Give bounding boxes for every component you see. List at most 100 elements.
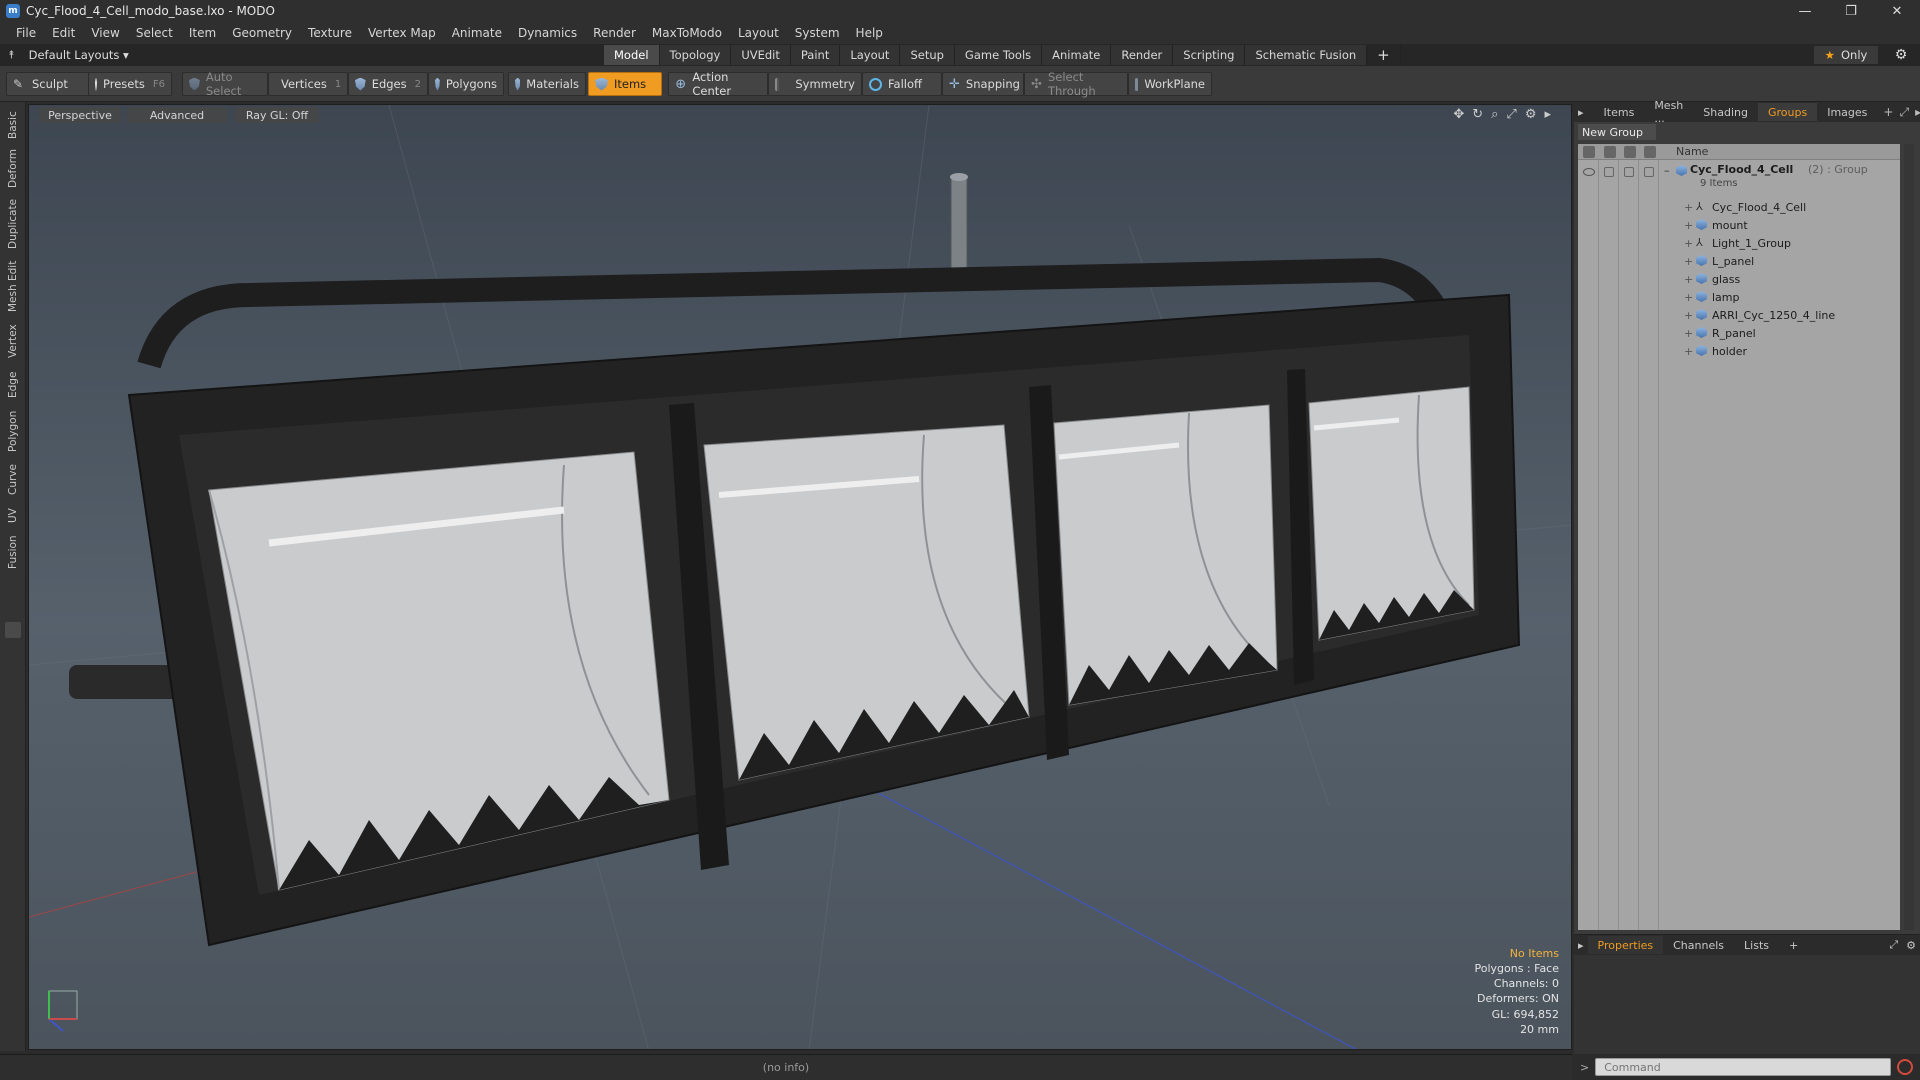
fit-icon[interactable]: ⤢ bbox=[1506, 107, 1516, 122]
new-group-button[interactable]: New Group bbox=[1578, 124, 1656, 140]
select-toggle[interactable] bbox=[1644, 167, 1654, 177]
sculpt-button[interactable]: ✎ Sculpt bbox=[6, 72, 90, 96]
maximize-panel-icon[interactable]: ⤢ bbox=[1899, 105, 1909, 120]
tree-item-light-1-group[interactable]: + ⅄ Light_1_Group bbox=[1578, 234, 1900, 252]
menu-geometry[interactable]: Geometry bbox=[224, 22, 300, 44]
menu-select[interactable]: Select bbox=[128, 22, 181, 44]
close-button[interactable]: ✕ bbox=[1874, 0, 1920, 22]
menu-maxtomodo[interactable]: MaxToModo bbox=[644, 22, 730, 44]
tab-setup[interactable]: Setup bbox=[900, 45, 955, 65]
vtab-mesh-edit[interactable]: Mesh Edit bbox=[4, 258, 22, 314]
collapse-arrow-icon[interactable]: – bbox=[1664, 164, 1670, 177]
tab-uvedit[interactable]: UVEdit bbox=[731, 45, 791, 65]
zoom-icon[interactable]: ⌕ bbox=[1491, 107, 1498, 122]
presets-button[interactable]: Presets F6 bbox=[88, 72, 172, 96]
vtab-edge[interactable]: Edge bbox=[4, 368, 22, 402]
menu-help[interactable]: Help bbox=[848, 22, 891, 44]
group-row[interactable]: – Cyc_Flood_4_Cell (2) : Group 9 Items bbox=[1578, 162, 1900, 194]
vtab-duplicate[interactable]: Duplicate bbox=[4, 196, 22, 252]
menu-vertex-map[interactable]: Vertex Map bbox=[360, 22, 444, 44]
maximize-panel-icon[interactable]: ⤢ bbox=[1885, 936, 1902, 954]
tab-groups[interactable]: Groups bbox=[1757, 103, 1818, 121]
command-record-icon[interactable] bbox=[1897, 1059, 1914, 1075]
vtab-basic[interactable]: Basic bbox=[4, 108, 22, 142]
vtab-fusion[interactable]: Fusion bbox=[4, 532, 22, 572]
panel-arrow-icon[interactable]: ▸ bbox=[1915, 105, 1920, 119]
tree-item-holder[interactable]: + holder bbox=[1578, 342, 1900, 360]
viewport-settings-icon[interactable]: ⚙ bbox=[1525, 107, 1537, 122]
menu-animate[interactable]: Animate bbox=[444, 22, 510, 44]
menu-texture[interactable]: Texture bbox=[300, 22, 360, 44]
vtab-polygon[interactable]: Polygon bbox=[4, 406, 22, 456]
snapping-button[interactable]: ✛ Snapping bbox=[942, 72, 1024, 96]
view-mode-dropdown[interactable]: Perspective bbox=[39, 107, 121, 123]
menu-render[interactable]: Render bbox=[585, 22, 644, 44]
auto-select-button[interactable]: Auto Select bbox=[182, 70, 268, 98]
menu-view[interactable]: View bbox=[83, 22, 127, 44]
tab-model[interactable]: Model bbox=[604, 45, 660, 65]
vtab-deform[interactable]: Deform bbox=[4, 146, 22, 190]
tree-item-mount[interactable]: + mount bbox=[1578, 216, 1900, 234]
add-tab-button[interactable]: + bbox=[1367, 45, 1401, 65]
tab-items[interactable]: Items bbox=[1594, 103, 1645, 121]
menu-system[interactable]: System bbox=[787, 22, 848, 44]
panel-menu-icon[interactable]: ▸ bbox=[1574, 936, 1588, 954]
gear-icon[interactable]: ⚙ bbox=[1890, 46, 1912, 64]
tree-item-r-panel[interactable]: + R_panel bbox=[1578, 324, 1900, 342]
expand-arrow-icon[interactable]: ▸ bbox=[1544, 107, 1551, 122]
3d-viewport[interactable]: Perspective Advanced Ray GL: Off ✥ ↻ ⌕ ⤢… bbox=[28, 104, 1572, 1050]
tab-paint[interactable]: Paint bbox=[790, 45, 841, 65]
panel-menu-icon[interactable]: ▸ bbox=[1574, 103, 1594, 121]
menu-item[interactable]: Item bbox=[181, 22, 224, 44]
tree-item-cyc-flood-4-cell[interactable]: + ⅄ Cyc_Flood_4_Cell bbox=[1578, 198, 1900, 216]
tab-channels[interactable]: Channels bbox=[1663, 936, 1734, 954]
minimize-button[interactable]: — bbox=[1782, 0, 1828, 22]
tab-animate[interactable]: Animate bbox=[1042, 45, 1112, 65]
lock-toggle[interactable] bbox=[1624, 167, 1634, 177]
tab-scripting[interactable]: Scripting bbox=[1173, 45, 1246, 65]
name-column-header[interactable]: Name bbox=[1676, 145, 1708, 158]
vtab-uv[interactable]: UV bbox=[4, 504, 22, 528]
menu-layout[interactable]: Layout bbox=[730, 22, 787, 44]
materials-button[interactable]: Materials bbox=[508, 72, 586, 96]
command-history-icon[interactable]: > bbox=[1580, 1061, 1589, 1074]
panel-toggle-button[interactable] bbox=[5, 622, 21, 638]
items-button[interactable]: Items bbox=[588, 72, 662, 96]
only-button[interactable]: ★ Only bbox=[1814, 46, 1878, 64]
tab-game-tools[interactable]: Game Tools bbox=[954, 45, 1043, 65]
render-header-icon[interactable] bbox=[1604, 146, 1616, 158]
tab-properties[interactable]: Properties bbox=[1587, 936, 1664, 954]
panel-settings-icon[interactable]: ⚙ bbox=[1902, 936, 1920, 954]
action-center-button[interactable]: ⊕ Action Center bbox=[668, 70, 768, 98]
eye-icon[interactable] bbox=[1583, 168, 1595, 176]
add-panel-tab-icon[interactable]: + bbox=[1883, 105, 1893, 119]
falloff-button[interactable]: Falloff bbox=[862, 72, 942, 96]
pan-icon[interactable]: ✥ bbox=[1453, 107, 1464, 122]
visibility-header-icon[interactable] bbox=[1583, 146, 1595, 158]
tab-topology[interactable]: Topology bbox=[659, 45, 732, 65]
select-header-icon[interactable] bbox=[1644, 146, 1656, 158]
render-toggle[interactable] bbox=[1604, 167, 1614, 177]
tab-render[interactable]: Render bbox=[1111, 45, 1174, 65]
tab-images[interactable]: Images bbox=[1817, 103, 1877, 121]
menu-edit[interactable]: Edit bbox=[44, 22, 83, 44]
layout-selector[interactable]: ⯭ Default Layouts ▾ bbox=[0, 44, 137, 66]
vertices-button[interactable]: Vertices 1 bbox=[268, 72, 348, 96]
workplane-button[interactable]: WorkPlane bbox=[1128, 72, 1212, 96]
tab-lists[interactable]: Lists bbox=[1734, 936, 1779, 954]
collapse-up-icon[interactable]: ⯭ bbox=[8, 48, 15, 62]
tab-schematic-fusion[interactable]: Schematic Fusion bbox=[1245, 45, 1368, 65]
menu-dynamics[interactable]: Dynamics bbox=[510, 22, 585, 44]
vtab-curve[interactable]: Curve bbox=[4, 460, 22, 500]
tab-shading[interactable]: Shading bbox=[1693, 103, 1758, 121]
rotate-icon[interactable]: ↻ bbox=[1472, 107, 1483, 122]
tree-item-arri-cyc[interactable]: + ARRI_Cyc_1250_4_line bbox=[1578, 306, 1900, 324]
polygons-button[interactable]: Polygons bbox=[428, 72, 504, 96]
menu-file[interactable]: File bbox=[8, 22, 44, 44]
restore-button[interactable]: ❐ bbox=[1828, 0, 1874, 22]
select-through-button[interactable]: ✣ Select Through bbox=[1024, 70, 1128, 98]
tree-item-glass[interactable]: + glass bbox=[1578, 270, 1900, 288]
shading-dropdown[interactable]: Advanced bbox=[127, 107, 227, 123]
command-input[interactable] bbox=[1595, 1058, 1892, 1076]
tab-layout[interactable]: Layout bbox=[840, 45, 901, 65]
